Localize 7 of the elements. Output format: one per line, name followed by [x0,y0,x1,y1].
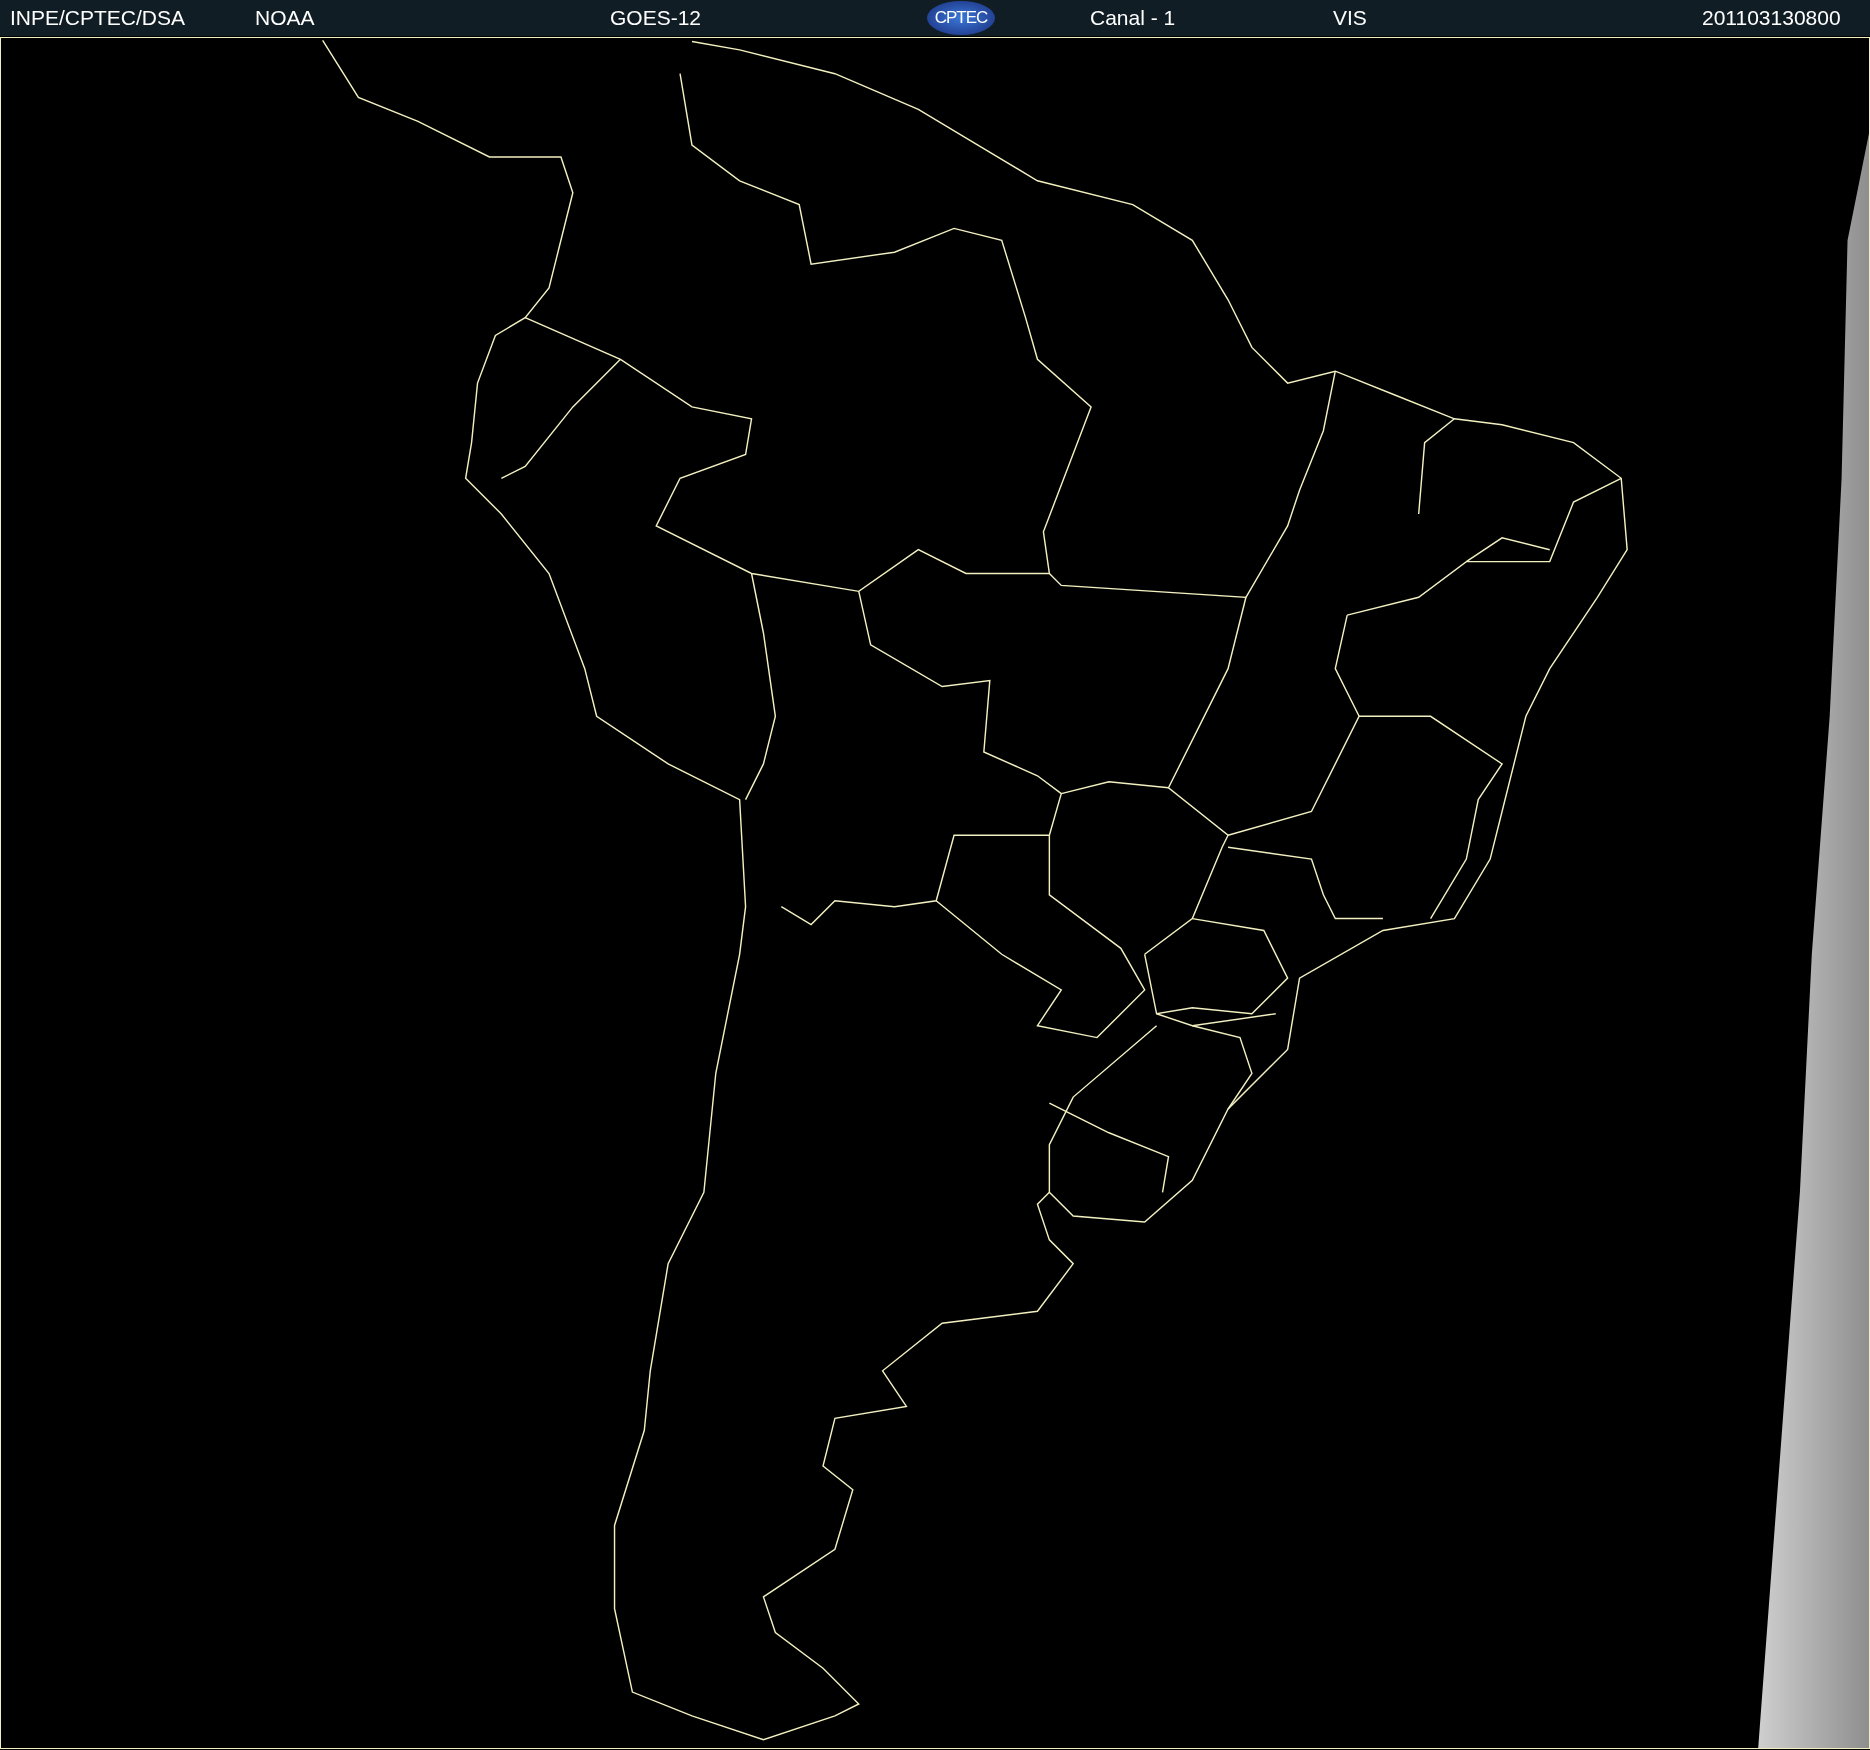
header-label: VIS [1333,6,1367,30]
header-label: 201103130800 [1702,6,1841,30]
header-label: NOAA [255,6,315,30]
header-label: GOES-12 [610,6,702,30]
header-label: Canal - 1 [1090,6,1176,30]
header-label: INPE/CPTEC/DSA [10,6,186,30]
logo: CPTEC [927,1,995,35]
